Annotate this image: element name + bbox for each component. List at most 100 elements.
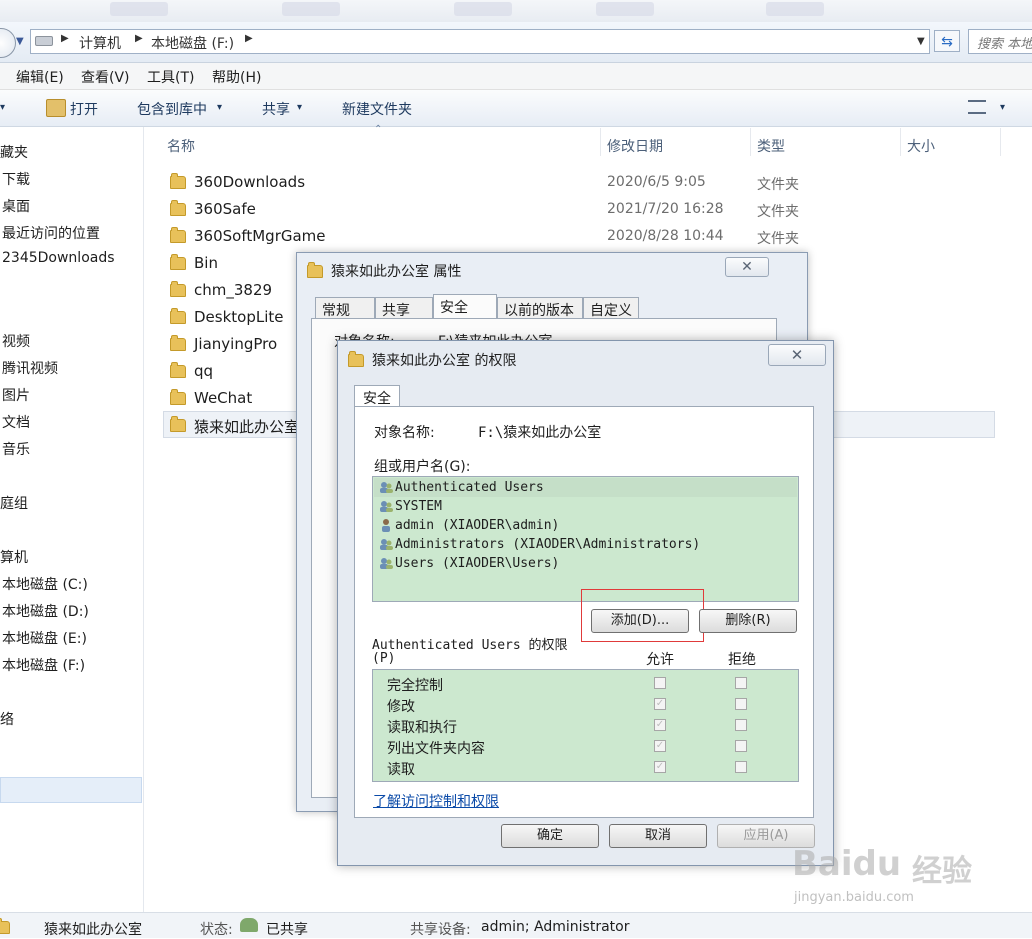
nav-item-drive-d[interactable]: 本地磁盘 (D:) bbox=[2, 601, 89, 621]
new-folder-button[interactable]: 新建文件夹 bbox=[342, 99, 412, 119]
breadcrumb-computer[interactable]: 计算机 bbox=[79, 33, 121, 53]
nav-item-music[interactable]: 音乐 bbox=[2, 439, 30, 459]
close-icon[interactable]: ✕ bbox=[768, 344, 826, 366]
watermark-cn: 经验 bbox=[912, 854, 972, 889]
cancel-button[interactable]: 取消 bbox=[609, 824, 707, 848]
menu-edit[interactable]: 编辑(E) bbox=[16, 67, 64, 87]
share-button[interactable]: 共享 bbox=[262, 99, 290, 119]
file-name[interactable]: 360Downloads bbox=[194, 173, 305, 191]
file-name[interactable]: 360SoftMgrGame bbox=[194, 227, 326, 245]
file-name[interactable]: qq bbox=[194, 362, 213, 380]
close-icon[interactable]: ✕ bbox=[725, 257, 769, 277]
allow-checkbox[interactable]: ✓ bbox=[654, 761, 666, 773]
permissions-list[interactable]: 完全控制 修改 ✓ 读取和执行 ✓ 列出文件夹内容 ✓ 读取 ✓ ▲ ▼ bbox=[372, 669, 799, 782]
file-name[interactable]: 360Safe bbox=[194, 200, 256, 218]
permissions-dialog: 猿来如此办公室 的权限 ✕ 安全 对象名称: F:\猿来如此办公室 组或用户名(… bbox=[337, 340, 834, 866]
user-list-item[interactable]: Authenticated Users bbox=[395, 480, 544, 495]
allow-checkbox[interactable]: ✓ bbox=[654, 719, 666, 731]
column-separator[interactable] bbox=[900, 128, 901, 156]
ok-button[interactable]: 确定 bbox=[501, 824, 599, 848]
folder-icon bbox=[170, 254, 186, 270]
address-dropdown-icon[interactable]: ▼ bbox=[917, 36, 925, 47]
tab-sharing[interactable]: 共享 bbox=[375, 297, 433, 319]
breadcrumb-drive[interactable]: 本地磁盘 (F:) bbox=[151, 33, 234, 53]
allow-checkbox[interactable] bbox=[654, 677, 666, 689]
menu-view[interactable]: 查看(V) bbox=[81, 67, 130, 87]
column-header-size[interactable]: 大小 bbox=[907, 136, 935, 156]
deny-checkbox[interactable] bbox=[735, 740, 747, 752]
file-name[interactable]: chm_3829 bbox=[194, 281, 272, 299]
column-separator[interactable] bbox=[750, 128, 751, 156]
allow-checkbox[interactable]: ✓ bbox=[654, 740, 666, 752]
tab-previous-versions[interactable]: 以前的版本 bbox=[497, 297, 583, 319]
file-name[interactable]: WeChat bbox=[194, 389, 252, 407]
permission-name: 完全控制 bbox=[387, 678, 443, 694]
nav-network[interactable]: 网络 bbox=[0, 709, 14, 729]
file-name[interactable]: 猿来如此办公室 bbox=[194, 416, 299, 437]
include-in-library-button[interactable]: 包含到库中 bbox=[137, 99, 207, 119]
user-list-item[interactable]: admin (XIAODER\admin) bbox=[395, 518, 559, 533]
back-button[interactable] bbox=[0, 28, 16, 58]
tab-security[interactable]: 安全 bbox=[354, 385, 400, 407]
include-dropdown-icon[interactable]: ▾ bbox=[217, 102, 222, 113]
user-list[interactable]: Authenticated Users SYSTEM admin (XIAODE… bbox=[372, 476, 799, 602]
nav-item-desktop[interactable]: 桌面 bbox=[2, 196, 30, 216]
file-name[interactable]: Bin bbox=[194, 254, 218, 272]
folder-icon bbox=[170, 200, 186, 216]
nav-item-documents[interactable]: 文档 bbox=[2, 412, 30, 432]
deny-checkbox[interactable] bbox=[735, 761, 747, 773]
nav-item-downloads[interactable]: 下载 bbox=[2, 169, 30, 189]
nav-homegroup[interactable]: 家庭组 bbox=[0, 493, 28, 513]
user-list-item[interactable]: Users (XIAODER\Users) bbox=[395, 556, 559, 571]
nav-item-pictures[interactable]: 图片 bbox=[2, 385, 30, 405]
nav-item-drive-e[interactable]: 本地磁盘 (E:) bbox=[2, 628, 87, 648]
view-dropdown-icon[interactable]: ▾ bbox=[1000, 102, 1005, 113]
address-bar[interactable]: ▶ 计算机 ▶ 本地磁盘 (F:) ▶ ▼ bbox=[30, 29, 930, 54]
tab-general[interactable]: 常规 bbox=[315, 297, 375, 319]
menu-tools[interactable]: 工具(T) bbox=[147, 67, 194, 87]
remove-button[interactable]: 删除(R) bbox=[699, 609, 797, 633]
folder-icon bbox=[170, 308, 186, 324]
search-input[interactable]: 搜索 本地 bbox=[968, 29, 1032, 54]
nav-favorites[interactable]: 收藏夹 bbox=[0, 142, 28, 162]
column-header-type[interactable]: 类型 bbox=[757, 136, 785, 156]
deny-checkbox[interactable] bbox=[735, 698, 747, 710]
column-header-date[interactable]: 修改日期 bbox=[607, 136, 663, 156]
file-name[interactable]: DesktopLite bbox=[194, 308, 284, 326]
drive-icon bbox=[35, 36, 53, 46]
nav-item-videos[interactable]: 视频 bbox=[2, 331, 30, 351]
nav-item-drive-f[interactable]: 本地磁盘 (F:) bbox=[2, 655, 85, 675]
folder-icon bbox=[170, 416, 186, 432]
nav-item-2345downloads[interactable]: 2345Downloads bbox=[2, 250, 115, 266]
file-name[interactable]: JianyingPro bbox=[194, 335, 277, 353]
breadcrumb-arrow-icon[interactable]: ▶ bbox=[245, 33, 253, 44]
status-state-value: 已共享 bbox=[266, 922, 308, 938]
tab-security[interactable]: 安全 bbox=[433, 294, 497, 319]
column-header-name[interactable]: 名称 bbox=[167, 136, 195, 156]
nav-item-recent[interactable]: 最近访问的位置 bbox=[2, 223, 100, 243]
user-list-item[interactable]: SYSTEM bbox=[395, 499, 442, 514]
history-dropdown-icon[interactable]: ▼ bbox=[16, 36, 24, 47]
nav-computer[interactable]: 计算机 bbox=[0, 547, 28, 567]
column-separator[interactable] bbox=[1000, 128, 1001, 156]
allow-checkbox[interactable]: ✓ bbox=[654, 698, 666, 710]
deny-checkbox[interactable] bbox=[735, 719, 747, 731]
deny-checkbox[interactable] bbox=[735, 677, 747, 689]
nav-item-tencent-video[interactable]: 腾讯视频 bbox=[2, 358, 58, 378]
view-options-icon[interactable] bbox=[968, 100, 986, 114]
permission-name: 读取和执行 bbox=[387, 720, 457, 736]
open-button[interactable]: 打开 bbox=[70, 99, 98, 119]
breadcrumb-arrow-icon[interactable]: ▶ bbox=[135, 33, 143, 44]
user-list-item[interactable]: Administrators (XIAODER\Administrators) bbox=[395, 537, 700, 552]
add-button[interactable]: 添加(D)... bbox=[591, 609, 689, 633]
menu-bar: 编辑(E) 查看(V) 工具(T) 帮助(H) bbox=[0, 63, 1032, 90]
nav-item-drive-c[interactable]: 本地磁盘 (C:) bbox=[2, 574, 88, 594]
refresh-icon[interactable]: ⇆ bbox=[934, 30, 960, 52]
breadcrumb-arrow-icon[interactable]: ▶ bbox=[61, 33, 69, 44]
organize-dropdown-icon[interactable]: ▾ bbox=[0, 102, 5, 113]
column-separator[interactable] bbox=[600, 128, 601, 156]
menu-help[interactable]: 帮助(H) bbox=[212, 67, 261, 87]
learn-access-control-link[interactable]: 了解访问控制和权限 bbox=[373, 791, 499, 811]
share-dropdown-icon[interactable]: ▾ bbox=[297, 102, 302, 113]
tab-customize[interactable]: 自定义 bbox=[583, 297, 639, 319]
